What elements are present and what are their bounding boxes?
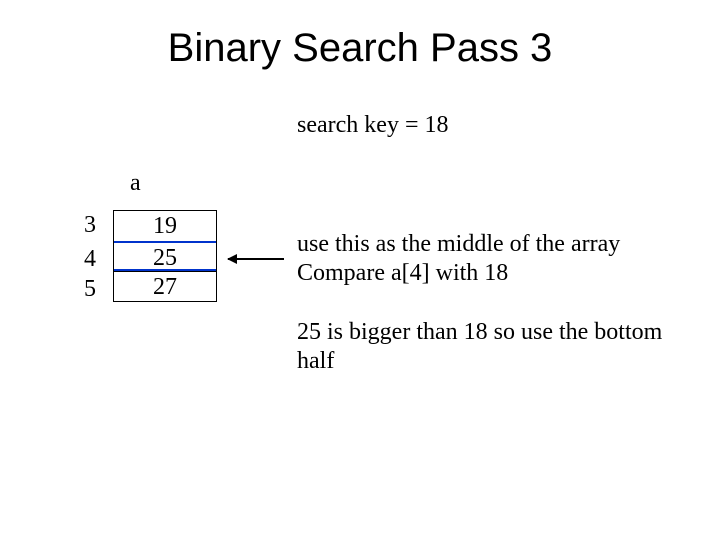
array-index: 3	[76, 212, 96, 239]
annotation-middle: use this as the middle of the array Comp…	[297, 230, 697, 288]
annotation-line: Compare a[4] with 18	[297, 260, 508, 286]
array-index: 5	[76, 276, 96, 303]
array-table: 19 25 27	[113, 210, 217, 302]
search-key-text: search key = 18	[297, 112, 448, 139]
arrow-icon	[228, 258, 284, 260]
array-index: 4	[76, 246, 96, 273]
array-cell: 27	[114, 271, 216, 301]
array-label: a	[130, 170, 141, 197]
array-cell-middle: 25	[114, 241, 216, 271]
annotation-result: 25 is bigger than 18 so use the bottom h…	[297, 318, 697, 376]
array-cell: 19	[114, 211, 216, 241]
annotation-line: use this as the middle of the array	[297, 231, 620, 257]
slide-title: Binary Search Pass 3	[0, 26, 720, 71]
slide: Binary Search Pass 3 search key = 18 a 3…	[0, 0, 720, 540]
